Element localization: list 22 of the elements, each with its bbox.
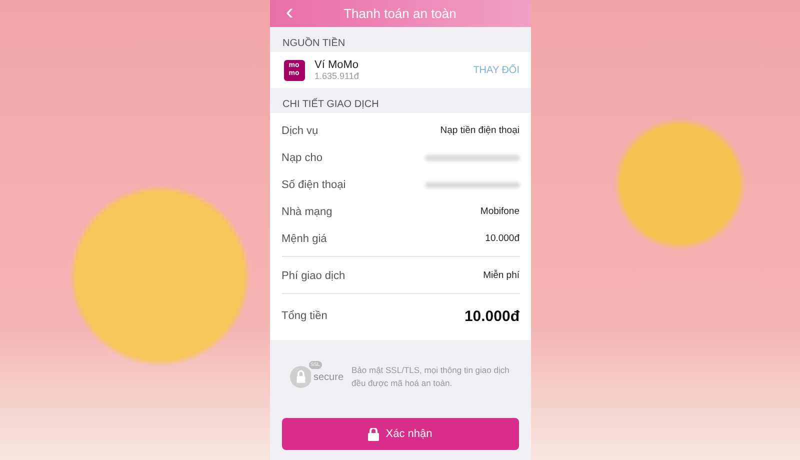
detail-value: 10.000đ: [485, 233, 520, 244]
detail-label: Nạp cho: [282, 152, 322, 164]
wallet-name: Ví MoMo: [314, 59, 360, 71]
security-note: Bảo mật SSL/TLS, mọi thông tin giao dịch đều được mã hoá an toàn.: [352, 364, 510, 390]
detail-label: Số điện thoại: [282, 178, 346, 190]
section-heading: CHI TIẾT GIAO DỊCH: [282, 97, 380, 112]
lock-icon: [368, 428, 379, 440]
back-button[interactable]: ‹: [286, 1, 294, 26]
detail-label: Dịch vụ: [282, 124, 318, 136]
change-link[interactable]: THAY ĐỔI: [473, 64, 520, 76]
detail-value: Nạp tiền điện thoại: [440, 125, 520, 136]
detail-label: Phí giao dịch: [282, 270, 346, 282]
detail-label: Nhà mạng: [282, 206, 332, 218]
detail-value: Mobifone: [480, 206, 520, 217]
detail-label: Mệnh giá: [282, 232, 327, 244]
screen-title: Thanh toán an toàn: [342, 6, 458, 21]
wallet-balance: 1.635.911đ: [314, 71, 360, 81]
detail-value: Miễn phí: [483, 270, 520, 281]
section-heading: NGUỒN TIỀN: [282, 36, 346, 51]
total-label: Tổng tiền: [282, 310, 328, 322]
confirm-button[interactable]: Xác nhận: [282, 418, 518, 450]
total-value: 10.000đ: [464, 308, 520, 324]
